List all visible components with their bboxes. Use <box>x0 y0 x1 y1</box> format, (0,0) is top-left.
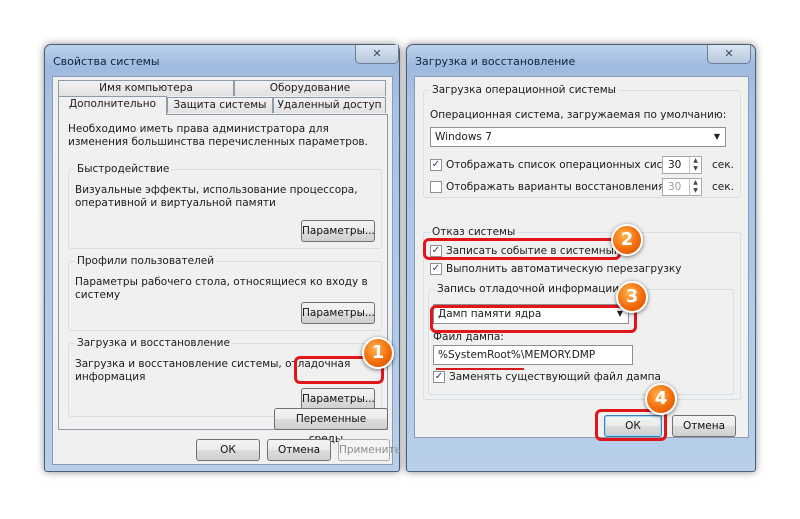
close-button[interactable]: ✕ <box>355 45 399 64</box>
default-os-value: Windows 7 <box>435 131 492 143</box>
cancel-button[interactable]: Отмена <box>267 439 331 461</box>
overwrite-dump-label: Заменять существующий файл дампа <box>449 371 661 383</box>
show-recovery-checkbox[interactable] <box>430 181 442 193</box>
tab-remote[interactable]: Удаленный доступ <box>273 97 386 113</box>
user-profiles-settings-button[interactable]: Параметры... <box>301 302 375 324</box>
close-icon: ✕ <box>724 47 734 60</box>
auto-restart-label: Выполнить автоматическую перезагрузку <box>446 263 682 275</box>
show-recovery-label: Отображать варианты восстановления: <box>446 181 668 193</box>
spinner-arrows-icon[interactable]: ▲ ▼ <box>689 179 701 195</box>
apply-button[interactable]: Применить <box>338 439 401 461</box>
boot-os-group: Загрузка операционной системы Операционн… <box>423 84 741 198</box>
cancel-button[interactable]: Отмена <box>672 415 736 437</box>
close-icon: ✕ <box>372 47 382 60</box>
window-title: Свойства системы <box>53 55 160 68</box>
close-button[interactable]: ✕ <box>707 45 751 64</box>
admin-note: Необходимо иметь права администратора дл… <box>68 123 368 148</box>
spinner-value: 30 <box>668 181 682 193</box>
dialog-client-area: Имя компьютера Оборудование Дополнительн… <box>52 76 401 465</box>
step-marker-4: 4 <box>645 383 677 415</box>
step-marker-1: 1 <box>362 337 394 369</box>
overwrite-dump-checkbox[interactable]: ✓ <box>433 371 445 383</box>
show-os-list-seconds-spinner[interactable]: 30 ▲ ▼ <box>662 156 702 174</box>
auto-restart-checkbox[interactable]: ✓ <box>430 263 442 275</box>
spinner-value: 30 <box>668 159 682 171</box>
highlight-debug-select <box>430 305 637 333</box>
tab-advanced[interactable]: Дополнительно <box>58 96 167 115</box>
show-recovery-seconds-spinner[interactable]: 30 ▲ ▼ <box>662 178 702 196</box>
dump-file-underline <box>436 368 524 370</box>
performance-desc: Визуальные эффекты, использование процес… <box>75 184 358 209</box>
seconds-unit: сек. <box>712 181 734 193</box>
ok-button[interactable]: ОК <box>196 439 260 461</box>
debug-info-title: Запись отладочной информации <box>435 283 622 296</box>
step-marker-2: 2 <box>611 224 643 256</box>
highlight-write-event <box>423 238 621 260</box>
startup-recovery-title: Загрузка и восстановление <box>75 337 232 350</box>
show-os-list-label: Отображать список операционных систем: <box>446 159 687 171</box>
user-profiles-group: Профили пользователей Параметры рабочего… <box>68 255 382 331</box>
dump-file-value: %SystemRoot%\MEMORY.DMP <box>438 349 596 361</box>
boot-os-title: Загрузка операционной системы <box>430 84 618 97</box>
dump-file-input[interactable]: %SystemRoot%\MEMORY.DMP <box>433 345 633 365</box>
user-profiles-desc: Параметры рабочего стола, относящиеся ко… <box>75 276 368 301</box>
tab-hardware[interactable]: Оборудование <box>234 80 386 96</box>
startup-recovery-settings-button[interactable]: Параметры... <box>301 388 375 410</box>
default-os-label: Операционная система, загружаемая по умо… <box>430 109 727 121</box>
environment-variables-button[interactable]: Переменные среды... <box>274 408 388 445</box>
system-properties-window: Свойства системы ✕ Имя компьютера Оборуд… <box>44 44 401 472</box>
tab-system-protection[interactable]: Защита системы <box>167 97 273 113</box>
user-profiles-title: Профили пользователей <box>75 255 217 268</box>
performance-title: Быстродействие <box>75 163 172 176</box>
window-title: Загрузка и восстановление <box>415 55 576 68</box>
tab-computer-name[interactable]: Имя компьютера <box>58 80 234 96</box>
performance-group: Быстродействие Визуальные эффекты, испол… <box>68 163 382 249</box>
step-marker-3: 3 <box>616 281 648 313</box>
seconds-unit: сек. <box>712 159 734 171</box>
performance-settings-button[interactable]: Параметры... <box>301 220 375 242</box>
show-os-list-checkbox[interactable]: ✓ <box>430 159 442 171</box>
default-os-select[interactable]: Windows 7 ▼ <box>430 127 726 147</box>
spinner-arrows-icon[interactable]: ▲ ▼ <box>689 157 701 173</box>
chevron-down-icon: ▼ <box>713 132 720 141</box>
